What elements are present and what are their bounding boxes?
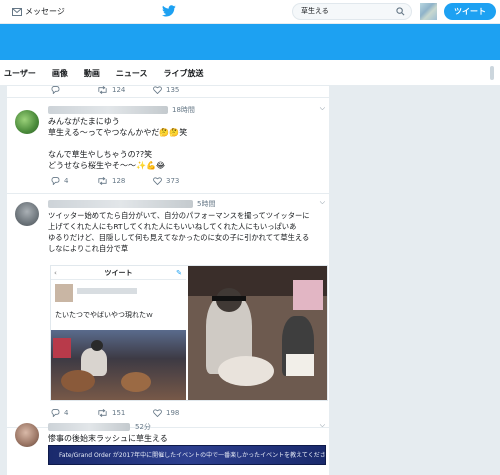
tab-users[interactable]: ユーザー — [4, 68, 36, 79]
tab-news[interactable]: ニュース — [116, 68, 148, 79]
retweet-count: 124 — [112, 86, 126, 94]
retweet-icon[interactable] — [97, 86, 108, 94]
tweet-author[interactable] — [48, 423, 130, 431]
envelope-icon — [12, 7, 22, 16]
tab-live[interactable]: ライブ放送 — [163, 68, 203, 79]
photo[interactable] — [188, 266, 327, 400]
search-value: 草生える — [301, 7, 329, 15]
retweet-count: 128 — [112, 177, 126, 185]
embedded-avatar — [55, 284, 73, 302]
scrollbar[interactable] — [490, 66, 494, 80]
chevron-down-icon[interactable]: ⌵ — [320, 198, 325, 207]
video-thumbnail[interactable] — [51, 330, 186, 400]
tweet-1[interactable]: 18時間 ⌵ みんながたまにゆう 草生える〜ってやつなんかやだ🤔🤔笑 なんで草生… — [7, 100, 329, 194]
retweet-count: 151 — [112, 409, 126, 417]
tweet-avatar[interactable] — [15, 202, 39, 226]
media-card[interactable]: ‹ ツイート ✎ たいたつでやばいやつ現れたｗ — [50, 265, 328, 401]
tweet-3[interactable]: 52分 ⌵ 惨事の後始末ラッシュに草生える Fate/Grand Order が… — [7, 421, 329, 475]
search-icon[interactable] — [396, 7, 405, 16]
tweet-time[interactable]: 52分 — [135, 422, 151, 432]
tweet-avatar[interactable] — [15, 110, 39, 134]
reply-count: 4 — [64, 177, 69, 185]
reply-icon[interactable] — [51, 409, 60, 417]
tweet-feed: 124 135 18時間 ⌵ みんながたまにゆう 草生える〜ってやつなんかやだ🤔… — [6, 86, 330, 475]
tweet-author[interactable] — [48, 106, 168, 114]
like-count: 198 — [166, 409, 180, 417]
embedded-screenshot[interactable]: ‹ ツイート ✎ たいたつでやばいやつ現れたｗ — [51, 266, 186, 400]
embedded-image-banner[interactable]: Fate/Grand Order が2017年中に開催したイベントの中で一番楽し… — [48, 445, 326, 465]
embedded-header: ‹ ツイート ✎ — [51, 266, 186, 280]
messages-link[interactable]: メッセージ — [12, 6, 65, 17]
chevron-down-icon[interactable]: ⌵ — [320, 421, 325, 430]
tweet-text: みんながたまにゆう 草生える〜ってやつなんかやだ🤔🤔笑 なんで草生やしちゃうの?… — [48, 117, 188, 170]
chevron-down-icon[interactable]: ⌵ — [320, 104, 325, 113]
embedded-author — [77, 288, 137, 294]
embedded-compose-icon: ✎ — [176, 269, 182, 277]
tweet-time[interactable]: 18時間 — [172, 105, 195, 115]
search-input[interactable]: 草生える — [292, 3, 412, 20]
tweet-text: 惨事の後始末ラッシュに草生える — [48, 434, 168, 443]
tweet-time[interactable]: 5時間 — [197, 199, 215, 209]
tweet-avatar[interactable] — [15, 423, 39, 447]
top-bar: メッセージ 草生える ツイート — [0, 0, 500, 24]
embedded-caption: たいたつでやばいやつ現れたｗ — [55, 311, 153, 319]
retweet-icon[interactable] — [97, 177, 108, 185]
tweet-button[interactable]: ツイート — [444, 3, 496, 20]
tweet-author[interactable] — [48, 200, 193, 208]
tab-videos[interactable]: 動画 — [84, 68, 100, 79]
like-icon[interactable] — [153, 177, 162, 185]
reply-icon[interactable] — [51, 177, 60, 185]
like-icon[interactable] — [153, 409, 162, 417]
tweet-text: ツイッター始めてたら自分がいて、自分のパフォーマンスを撮ってツイッターに 上げて… — [48, 211, 310, 253]
messages-label: メッセージ — [25, 7, 65, 16]
tweet-2[interactable]: 5時間 ⌵ ツイッター始めてたら自分がいて、自分のパフォーマンスを撮ってツイッタ… — [7, 194, 329, 428]
tab-images[interactable]: 画像 — [52, 68, 68, 79]
retweet-icon[interactable] — [97, 409, 108, 417]
embedded-title: ツイート — [104, 269, 133, 277]
profile-banner — [0, 24, 500, 60]
tweet-partial: 124 135 — [7, 86, 329, 98]
like-count: 373 — [166, 177, 180, 185]
twitter-bird-icon[interactable] — [162, 5, 176, 19]
reply-count: 4 — [64, 409, 69, 417]
user-avatar[interactable] — [420, 3, 437, 20]
like-count: 135 — [166, 86, 180, 94]
reply-icon[interactable] — [51, 86, 60, 94]
like-icon[interactable] — [153, 86, 162, 94]
search-nav: ユーザー 画像 動画 ニュース ライブ放送 — [0, 60, 500, 86]
